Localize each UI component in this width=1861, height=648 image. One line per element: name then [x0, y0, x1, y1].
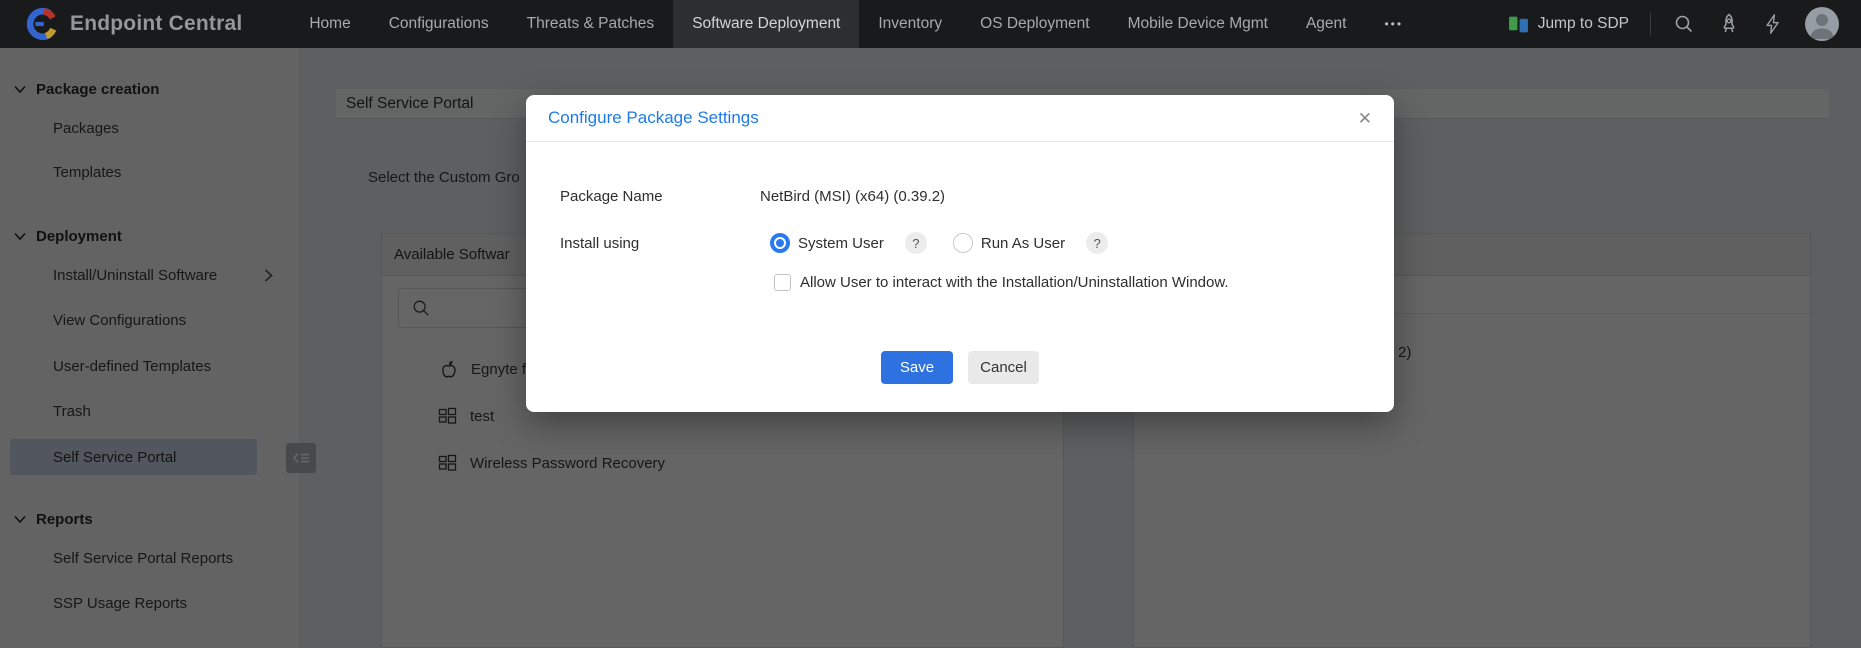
nav-item-configurations[interactable]: Configurations: [370, 0, 508, 48]
install-using-options: System User ? Run As User ?: [770, 232, 1109, 254]
allow-interact-checkbox[interactable]: [774, 274, 791, 291]
system-user-radio[interactable]: [770, 233, 790, 253]
top-nav: Endpoint Central Home Configurations Thr…: [0, 0, 1861, 48]
nav-item-agent[interactable]: Agent: [1287, 0, 1366, 48]
nav-right-tools: Jump to SDP: [1508, 7, 1839, 41]
save-button[interactable]: Save: [881, 351, 953, 384]
brand[interactable]: Endpoint Central: [24, 7, 242, 41]
configure-package-settings-dialog: Configure Package Settings ✕ Package Nam…: [526, 95, 1394, 412]
nav-item-threats-patches[interactable]: Threats & Patches: [508, 0, 674, 48]
sdp-icon: [1508, 16, 1528, 32]
system-user-label[interactable]: System User: [798, 235, 884, 252]
install-using-label: Install using: [560, 234, 640, 252]
nav-item-os-deployment[interactable]: OS Deployment: [961, 0, 1108, 48]
run-as-user-help-icon[interactable]: ?: [1086, 232, 1109, 254]
close-icon[interactable]: ✕: [1358, 110, 1372, 127]
nav-item-mobile-device-mgmt[interactable]: Mobile Device Mgmt: [1109, 0, 1287, 48]
jump-to-sdp-button[interactable]: Jump to SDP: [1508, 14, 1629, 35]
dialog-header: Configure Package Settings ✕: [526, 95, 1394, 142]
dialog-title: Configure Package Settings: [548, 108, 759, 127]
nav-item-home[interactable]: Home: [290, 0, 369, 48]
brand-name: Endpoint Central: [70, 12, 243, 35]
package-name-label: Package Name: [560, 188, 663, 205]
nav-item-software-deployment[interactable]: Software Deployment: [673, 0, 860, 48]
endpoint-central-logo-icon: [26, 8, 58, 40]
nav-item-inventory[interactable]: Inventory: [859, 0, 961, 48]
allow-interact-label[interactable]: Allow User to interact with the Installa…: [800, 274, 1229, 291]
run-as-user-label[interactable]: Run As User: [981, 235, 1065, 252]
run-as-user-radio[interactable]: [952, 233, 973, 253]
nav-more-button[interactable]: •••: [1365, 0, 1422, 48]
search-icon[interactable]: [1672, 12, 1696, 36]
whats-new-rocket-icon[interactable]: [1717, 12, 1741, 36]
main-menu: Home Configurations Threats & Patches So…: [290, 0, 1422, 48]
jump-to-sdp-label: Jump to SDP: [1537, 15, 1629, 32]
quick-actions-bolt-icon[interactable]: [1762, 12, 1784, 36]
nav-divider: [1650, 13, 1651, 35]
person-icon: [1810, 14, 1834, 39]
dialog-actions: Save Cancel: [526, 351, 1394, 384]
package-name-row: Package Name NetBird (MSI) (x64) (0.39.2…: [560, 188, 945, 205]
install-using-row: Install using System User ? Run As User …: [560, 232, 1109, 254]
system-user-help-icon[interactable]: ?: [904, 232, 927, 254]
interact-checkbox-row: Allow User to interact with the Installa…: [774, 274, 1229, 291]
package-name-value: NetBird (MSI) (x64) (0.39.2): [760, 188, 946, 205]
user-avatar[interactable]: [1805, 7, 1839, 41]
cancel-button[interactable]: Cancel: [968, 351, 1039, 384]
